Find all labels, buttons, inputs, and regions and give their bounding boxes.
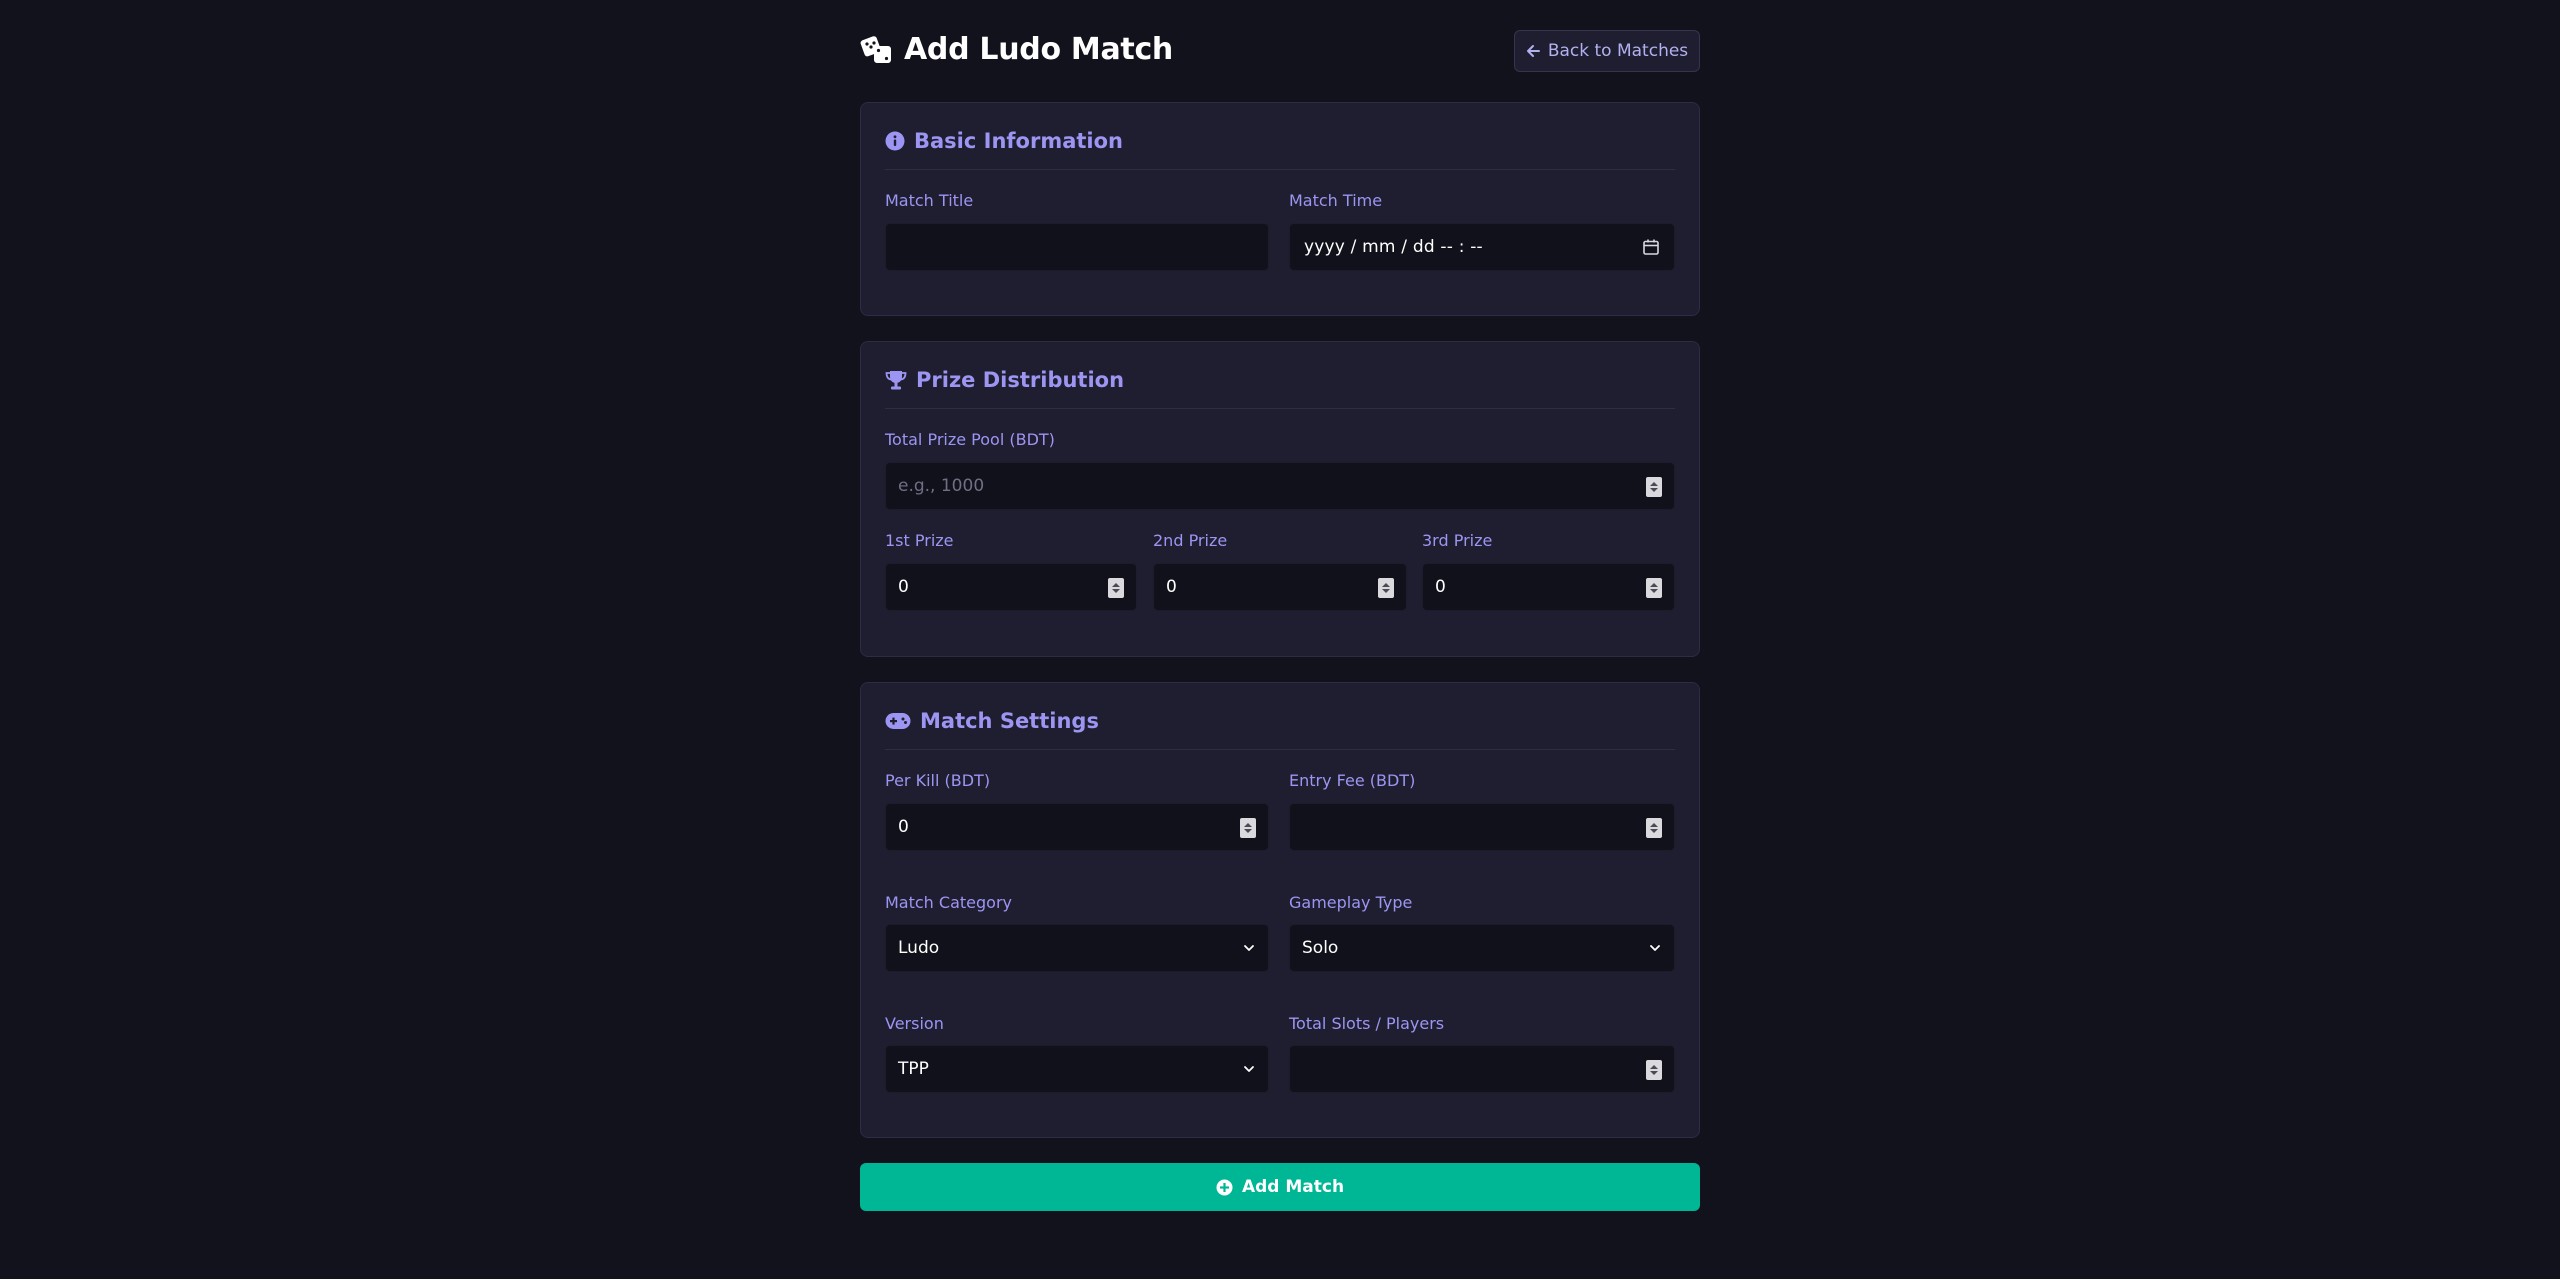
per-kill-label: Per Kill (BDT) bbox=[885, 771, 991, 790]
divider bbox=[885, 408, 1675, 409]
gameplay-type-select[interactable]: Solo bbox=[1289, 924, 1675, 972]
match-time-placeholder: yyyy / mm / dd -- : -- bbox=[1304, 237, 1483, 257]
per-kill-stepper[interactable] bbox=[1240, 818, 1256, 838]
back-to-matches-button[interactable]: Back to Matches bbox=[1514, 30, 1700, 72]
match-category-label: Match Category bbox=[885, 893, 1012, 912]
gameplay-type-label: Gameplay Type bbox=[1289, 893, 1413, 912]
first-prize-field[interactable] bbox=[885, 563, 1137, 611]
match-title-input[interactable] bbox=[886, 224, 1268, 270]
first-prize-input[interactable] bbox=[886, 564, 1136, 610]
divider bbox=[885, 169, 1675, 170]
page-title: Add Ludo Match bbox=[860, 32, 1173, 67]
prize-pool-label: Total Prize Pool (BDT) bbox=[885, 430, 1055, 449]
match-settings-title-text: Match Settings bbox=[920, 709, 1099, 733]
chevron-down-icon bbox=[1650, 945, 1660, 951]
entry-fee-field[interactable] bbox=[1289, 803, 1675, 851]
first-prize-stepper[interactable] bbox=[1108, 578, 1124, 598]
match-category-select[interactable]: Ludo bbox=[885, 924, 1269, 972]
dice-icon bbox=[860, 35, 891, 63]
second-prize-field[interactable] bbox=[1153, 563, 1407, 611]
prize-distribution-title: Prize Distribution bbox=[885, 368, 1124, 392]
chevron-down-icon bbox=[1244, 945, 1254, 951]
gameplay-type-value: Solo bbox=[1302, 938, 1339, 958]
match-settings-card: Match Settings Per Kill (BDT) Entry Fee … bbox=[860, 682, 1700, 1138]
back-button-label: Back to Matches bbox=[1547, 41, 1689, 61]
match-settings-title: Match Settings bbox=[885, 709, 1099, 733]
version-select[interactable]: TPP bbox=[885, 1045, 1269, 1093]
per-kill-field[interactable] bbox=[885, 803, 1269, 851]
arrow-left-icon bbox=[1526, 45, 1540, 57]
second-prize-input[interactable] bbox=[1154, 564, 1406, 610]
basic-information-title: Basic Information bbox=[885, 129, 1123, 153]
total-slots-input[interactable] bbox=[1290, 1046, 1674, 1092]
prize-distribution-title-text: Prize Distribution bbox=[916, 368, 1125, 392]
page-header: Add Ludo Match Back to Matches bbox=[860, 30, 1700, 74]
third-prize-stepper[interactable] bbox=[1646, 578, 1662, 598]
third-prize-label: 3rd Prize bbox=[1422, 531, 1493, 550]
match-title-label: Match Title bbox=[885, 191, 974, 210]
prize-pool-field[interactable] bbox=[885, 462, 1675, 510]
version-value: TPP bbox=[898, 1059, 929, 1079]
second-prize-label: 2nd Prize bbox=[1153, 531, 1228, 550]
first-prize-label: 1st Prize bbox=[885, 531, 954, 550]
trophy-icon bbox=[885, 371, 907, 390]
version-label: Version bbox=[885, 1014, 944, 1033]
third-prize-field[interactable] bbox=[1422, 563, 1675, 611]
second-prize-stepper[interactable] bbox=[1378, 578, 1394, 598]
entry-fee-stepper[interactable] bbox=[1646, 818, 1662, 838]
total-slots-stepper[interactable] bbox=[1646, 1060, 1662, 1080]
match-time-label: Match Time bbox=[1289, 191, 1383, 210]
prize-pool-input[interactable] bbox=[886, 463, 1674, 509]
entry-fee-label: Entry Fee (BDT) bbox=[1289, 771, 1416, 790]
gamepad-icon bbox=[885, 713, 911, 729]
total-slots-label: Total Slots / Players bbox=[1289, 1014, 1445, 1033]
basic-information-title-text: Basic Information bbox=[914, 129, 1123, 153]
prize-pool-stepper[interactable] bbox=[1646, 477, 1662, 497]
info-icon bbox=[885, 131, 905, 151]
chevron-down-icon bbox=[1244, 1066, 1254, 1072]
add-match-label: Add Match bbox=[1241, 1177, 1345, 1197]
basic-information-card: Basic Information Match Title Match Time… bbox=[860, 102, 1700, 316]
entry-fee-input[interactable] bbox=[1290, 804, 1674, 850]
prize-distribution-card: Prize Distribution Total Prize Pool (BDT… bbox=[860, 341, 1700, 657]
calendar-icon[interactable] bbox=[1642, 238, 1660, 256]
total-slots-field[interactable] bbox=[1289, 1045, 1675, 1093]
match-time-field[interactable]: yyyy / mm / dd -- : -- bbox=[1289, 223, 1675, 271]
divider bbox=[885, 749, 1675, 750]
plus-circle-icon bbox=[1216, 1179, 1233, 1195]
match-category-value: Ludo bbox=[898, 938, 940, 958]
third-prize-input[interactable] bbox=[1423, 564, 1674, 610]
match-title-field[interactable] bbox=[885, 223, 1269, 271]
per-kill-input[interactable] bbox=[886, 804, 1268, 850]
add-match-button[interactable]: Add Match bbox=[860, 1163, 1700, 1211]
page-title-text: Add Ludo Match bbox=[904, 32, 1173, 67]
